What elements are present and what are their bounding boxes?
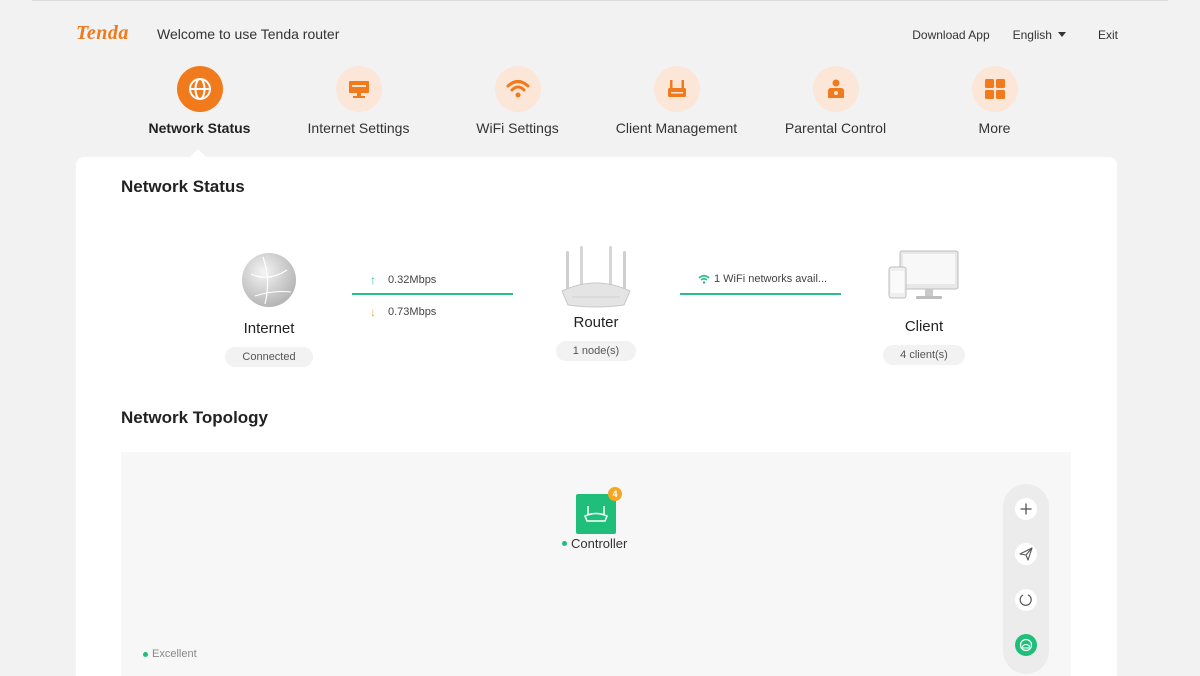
upload-speed-value: 0.32Mbps bbox=[388, 274, 437, 286]
grid-icon bbox=[971, 66, 1018, 112]
nav-label: Parental Control bbox=[784, 120, 887, 136]
internet-status-pill: Connected bbox=[225, 347, 313, 367]
language-select[interactable]: English bbox=[1013, 28, 1066, 42]
send-icon[interactable] bbox=[1015, 543, 1037, 565]
router-view-icon[interactable] bbox=[1015, 634, 1037, 656]
nav-label: WiFi Settings bbox=[476, 120, 559, 136]
router-device-icon bbox=[561, 246, 631, 308]
internet-globe-icon bbox=[242, 253, 296, 307]
client-status-pill: 4 client(s) bbox=[883, 345, 965, 365]
active-nav-pointer bbox=[190, 149, 206, 157]
router-icon bbox=[653, 66, 700, 112]
router-label: Router bbox=[573, 314, 619, 331]
router-status-pill: 1 node(s) bbox=[555, 341, 637, 361]
network-status-title: Network Status bbox=[121, 177, 245, 196]
nav-client-management[interactable]: Client Management bbox=[597, 66, 756, 136]
internet-label: Internet bbox=[243, 320, 295, 337]
controller-label: Controller bbox=[562, 536, 627, 551]
download-app-link[interactable]: Download App bbox=[912, 28, 989, 42]
nav-label: Client Management bbox=[615, 120, 738, 136]
wifi-info[interactable]: 1 WiFi networks avail... bbox=[698, 273, 827, 285]
client-devices-icon bbox=[888, 250, 959, 299]
refresh-icon[interactable] bbox=[1015, 589, 1037, 611]
exit-link[interactable]: Exit bbox=[1098, 28, 1118, 42]
arrow-down-icon: ↓ bbox=[370, 305, 376, 319]
internet-router-link bbox=[352, 293, 513, 295]
topology-canvas[interactable]: 4 Controller Excellent bbox=[121, 452, 1071, 676]
family-icon bbox=[812, 66, 859, 112]
wifi-signal-icon bbox=[698, 274, 710, 284]
excellent-dot bbox=[143, 651, 148, 657]
controller-label-text: Controller bbox=[571, 536, 628, 551]
language-label: English bbox=[1012, 28, 1052, 42]
arrow-up-icon: ↑ bbox=[370, 273, 376, 287]
top-divider bbox=[32, 0, 1168, 1]
wifi-icon bbox=[494, 66, 541, 112]
router-client-link bbox=[680, 293, 841, 295]
chevron-down-icon bbox=[1057, 32, 1066, 37]
upload-speed: ↑ 0.32Mbps bbox=[366, 273, 436, 287]
controller-client-count-badge: 4 bbox=[608, 487, 622, 501]
nav-wifi-settings[interactable]: WiFi Settings bbox=[438, 66, 597, 136]
client-label: Client bbox=[904, 318, 944, 335]
nav-label: Internet Settings bbox=[307, 120, 410, 136]
header-links: Download App English Exit bbox=[912, 28, 1118, 42]
monitor-icon bbox=[335, 66, 382, 112]
internet-node[interactable]: Internet Connected bbox=[199, 252, 339, 367]
online-status-dot bbox=[562, 541, 567, 546]
router-node[interactable]: Router 1 node(s) bbox=[526, 245, 666, 361]
welcome-text: Welcome to use Tenda router bbox=[157, 26, 340, 42]
download-speed: ↓ 0.73Mbps bbox=[366, 305, 436, 319]
download-speed-value: 0.73Mbps bbox=[388, 306, 437, 318]
nav-network-status[interactable]: Network Status bbox=[120, 66, 279, 136]
plus-icon[interactable] bbox=[1015, 498, 1037, 520]
nav-label: More bbox=[978, 120, 1011, 136]
main-nav: Network Status Internet Settings WiFi Se… bbox=[120, 66, 1075, 158]
nav-internet-settings[interactable]: Internet Settings bbox=[279, 66, 438, 136]
tenda-logo[interactable]: Tenda bbox=[76, 22, 129, 45]
header: Tenda Welcome to use Tenda router Downlo… bbox=[76, 20, 1118, 46]
globe-icon bbox=[176, 66, 223, 112]
legend-excellent-text: Excellent bbox=[152, 648, 197, 660]
nav-parental-control[interactable]: Parental Control bbox=[756, 66, 915, 136]
content-card: Network Status Internet Connected ↑ 0.32… bbox=[76, 157, 1117, 676]
client-node[interactable]: Client 4 client(s) bbox=[854, 250, 994, 365]
signal-legend: Excellent bbox=[143, 648, 197, 660]
controller-node[interactable] bbox=[576, 494, 616, 534]
network-topology-title: Network Topology bbox=[121, 408, 269, 427]
controller-router-icon bbox=[584, 506, 608, 522]
topology-toolbar bbox=[1003, 484, 1049, 674]
wifi-info-text: 1 WiFi networks avail... bbox=[714, 273, 828, 285]
nav-label: Network Status bbox=[148, 120, 251, 136]
nav-more[interactable]: More bbox=[915, 66, 1074, 136]
